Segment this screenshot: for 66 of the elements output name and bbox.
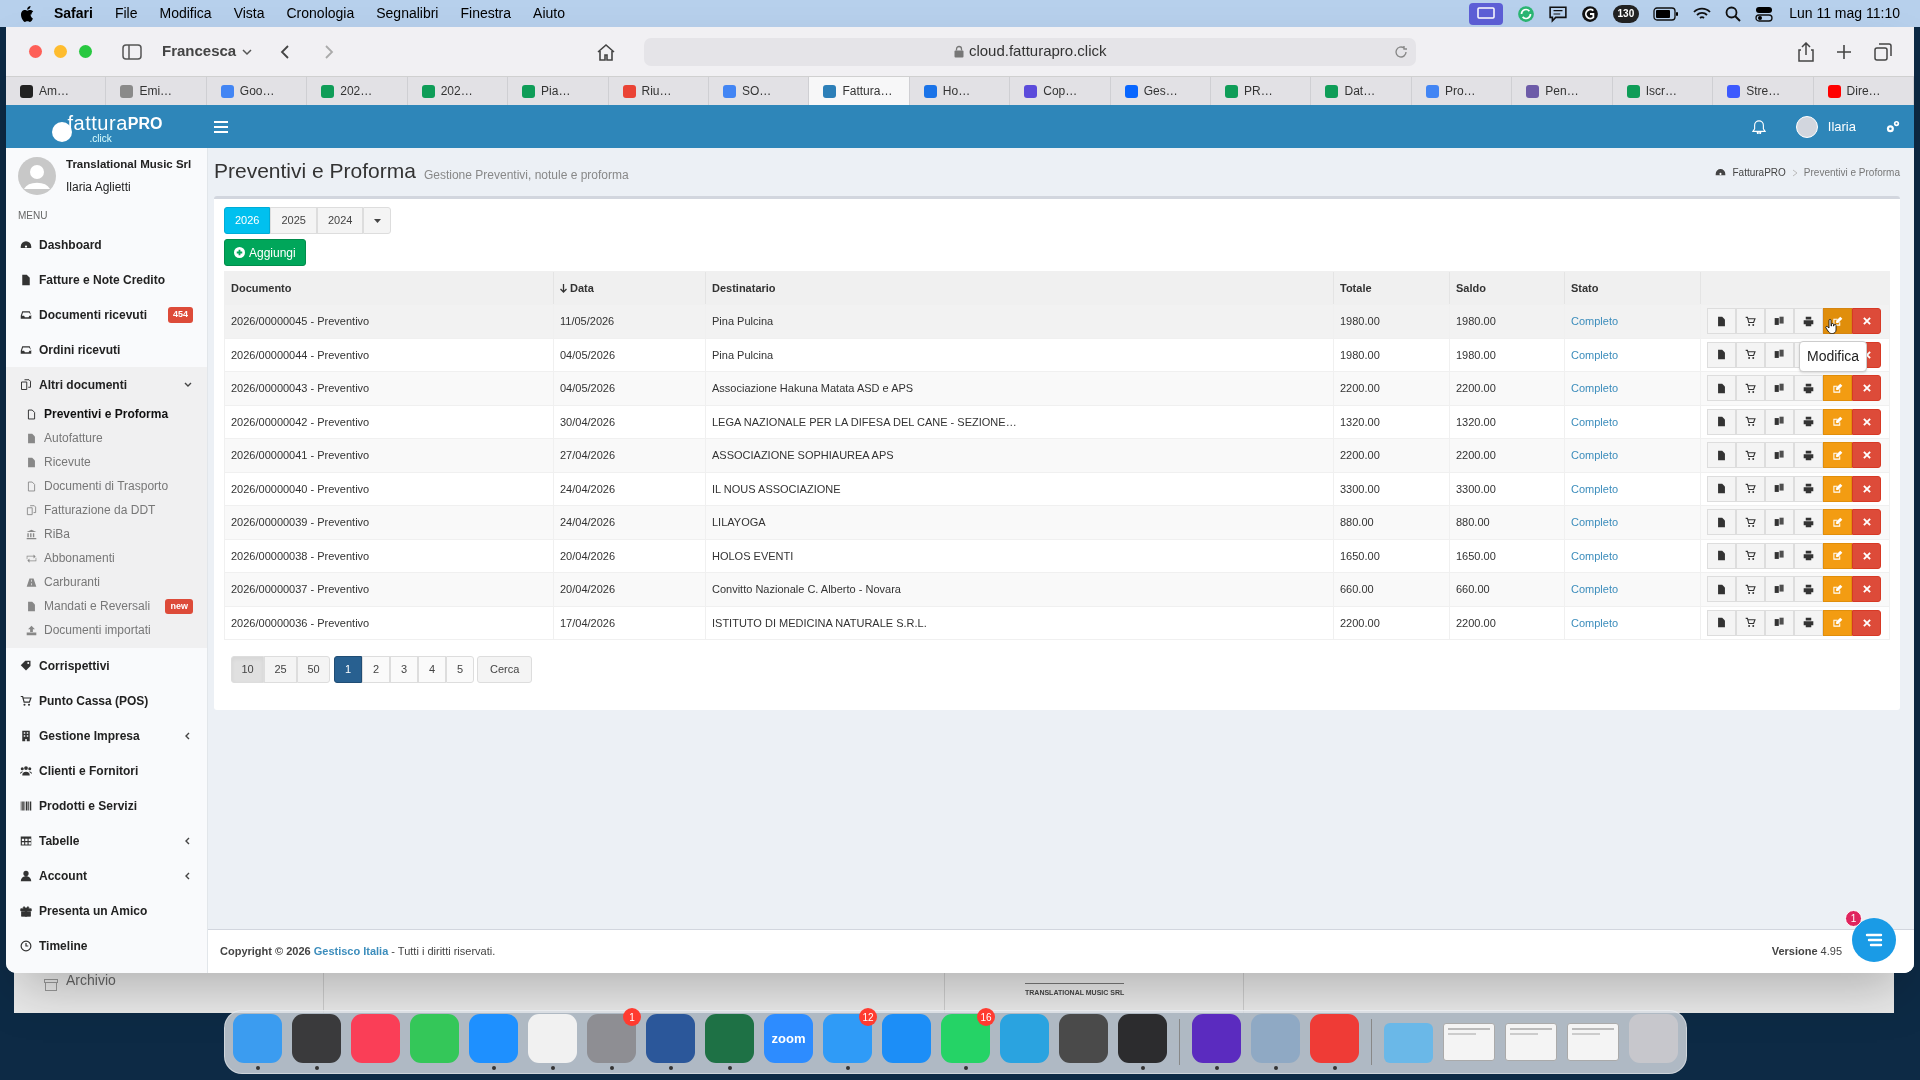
table-cell-text: 1320.00 [1456,414,1496,430]
page-title: Preventivi e Proforma [214,157,416,184]
table-cell-text: 20/04/2026 [560,582,616,597]
table-cell-text: Pina Pulcina [712,314,774,329]
table-cell-text: 24/04/2026 [560,515,616,530]
new-badge: new [165,598,193,614]
table-cell-text: 3300.00 [1340,481,1380,497]
table-cell-text: 1650.00 [1340,548,1380,564]
version-text: Versione 4.95 [1771,944,1842,960]
table-cell-text: 2200.00 [1456,448,1496,463]
table-cell-text: 2026/00000037 - Preventivo [231,582,370,597]
table-cell-text: 2026/00000045 - Preventivo [231,314,370,329]
table-cell-text: 1980.00 [1340,347,1380,363]
page-subtitle: Gestione Preventivi, notule e proforma [423,167,629,184]
table-cell-text: 2200.00 [1456,381,1496,396]
table-cell-text: 2026/00000041 - Preventivo [231,448,370,463]
table-cell-text: Pina Pulcina [712,347,774,363]
notification-badge: 16 [977,1008,995,1026]
table-cell-text: 1650.00 [1456,548,1496,564]
table-cell-text: 04/05/2026 [560,347,616,363]
notification-badge: 1 [623,1008,641,1026]
breadcrumb-current: Preventivi e Proforma [1803,166,1900,180]
table-cell-text: 1980.00 [1456,347,1496,363]
table-cell-text: 660.00 [1456,582,1490,597]
notification-badge: 1 [1845,910,1862,927]
table-cell-text: 2026/00000043 - Preventivo [231,381,370,396]
table-cell-text: 2200.00 [1340,615,1380,631]
table-cell-text: 2026/00000040 - Preventivo [231,481,370,497]
table-cell-text: LILAYOGA [712,515,766,530]
company-name: Translational Music Srl [66,157,192,172]
table-cell-text: Associazione Hakuna Matata ASD e APS [712,381,914,396]
table-cell-text: 3300.00 [1456,481,1496,497]
table-cell-text: ISTITUTO DI MEDICINA NATURALE S.R.L. [712,615,927,631]
table-cell-text: ASSOCIAZIONE SOPHIAUREA APS [712,448,894,463]
table-cell-text: 04/05/2026 [560,381,616,396]
notification-badge: 12 [859,1008,877,1026]
table-cell-text: Convitto Nazionale C. Alberto - Novara [712,582,901,597]
tooltip: Modifica [1799,341,1868,372]
table-cell-text: 880.00 [1340,515,1374,530]
table-cell-text: 30/04/2026 [560,414,616,430]
table-cell-text: 2026/00000044 - Preventivo [231,347,370,363]
table-cell-text: 20/04/2026 [560,548,616,564]
table-cell-text: 880.00 [1456,515,1490,530]
table-cell-text: 24/04/2026 [560,481,616,497]
table-cell-text: 1980.00 [1340,314,1380,329]
table-cell-text: 2200.00 [1340,381,1380,396]
table-cell-text: 27/04/2026 [560,448,616,463]
count-badge: 454 [167,307,193,323]
table-cell-text: IL NOUS ASSOCIAZIONE [712,481,841,497]
menu-heading: MENU [17,209,49,224]
table-cell-text: LEGA NAZIONALE PER LA DIFESA DEL CANE - SEZIONE… [712,414,1017,430]
table-cell-text: 2026/00000038 - Preventivo [231,548,370,564]
table-cell-text: 2026/00000042 - Preventivo [231,414,370,430]
user-name: Ilaria Aglietti [66,179,132,197]
table-cell-text: 11/05/2026 [560,314,615,329]
table-cell-text: 2026/00000039 - Preventivo [231,515,370,530]
table-cell-text: 2200.00 [1456,615,1496,631]
table-cell-text: 1980.00 [1456,314,1496,329]
table-cell-text: 1320.00 [1340,414,1380,430]
table-cell-text: 2026/00000036 - Preventivo [231,615,370,631]
url-text: cloud.fatturapro.click [968,41,1107,62]
table-cell-text: 17/04/2026 [560,615,616,631]
table-cell-text: HOLOS EVENTI [712,548,794,564]
table-cell-text: 2200.00 [1340,448,1380,463]
copyright-text: Copyright © 2026 Gestisco Italia - Tutti i diritti riservati. [220,944,496,960]
table-cell-text: 660.00 [1340,582,1374,597]
